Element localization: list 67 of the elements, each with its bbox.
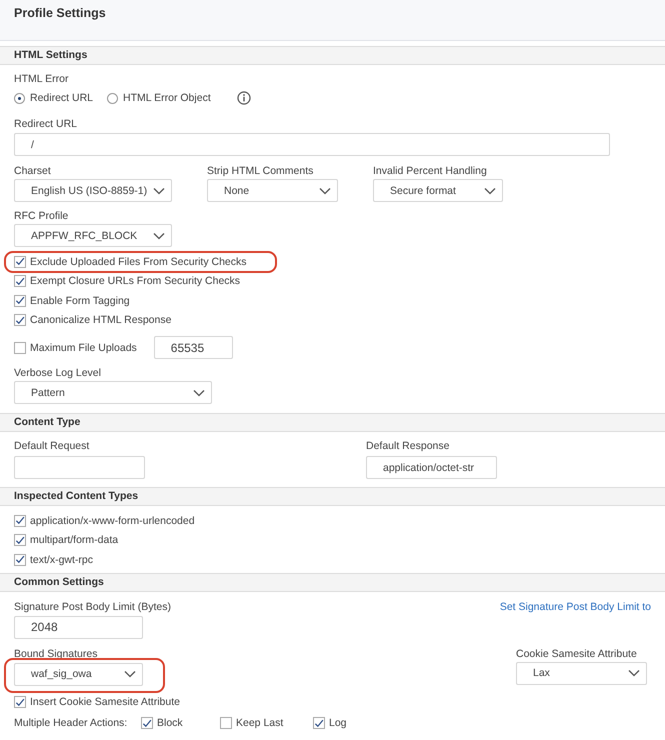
section-title: Common Settings: [14, 576, 104, 588]
checkbox-label: Exclude Uploaded Files From Security Checks: [30, 254, 247, 269]
chevron-icon: [484, 186, 496, 194]
dropdown[interactable]: Pattern: [14, 381, 212, 404]
chevron-icon: [153, 232, 165, 240]
checkbox-label: Exempt Closure URLs From Security Checks: [30, 274, 240, 288]
chevron-icon: [319, 186, 331, 194]
chevron-icon: [124, 670, 136, 678]
chevron-icon: [153, 186, 165, 194]
checkbox[interactable]: [14, 342, 26, 354]
checkbox[interactable]: [14, 275, 26, 288]
checkbox-label: Maximum File Uploads: [30, 340, 137, 354]
radio-label: HTML Error Object: [123, 91, 211, 105]
checkbox[interactable]: [220, 717, 232, 729]
field-label: Default Response: [366, 439, 450, 453]
field-label: Strip HTML Comments: [207, 164, 314, 178]
link[interactable]: Set Signature Post Body Limit to: [500, 600, 651, 614]
number-field[interactable]: 65535: [154, 336, 233, 359]
field-label: Invalid Percent Handling: [373, 164, 488, 178]
checkbox-label: multipart/form-data: [30, 533, 118, 548]
field-label: HTML Error: [14, 72, 70, 86]
field-label: Redirect URL: [14, 117, 78, 131]
dropdown[interactable]: Lax: [516, 662, 647, 684]
section-title: HTML Settings: [14, 49, 88, 61]
checkbox-label: Canonicalize HTML Response: [30, 313, 172, 328]
text-field[interactable]: [14, 456, 145, 479]
field-label: Verbose Log Level: [14, 366, 102, 380]
radio-label: Redirect URL: [30, 91, 94, 105]
text-field[interactable]: application/octet-str: [366, 456, 497, 479]
field-label: Multiple Header Actions:: [14, 716, 128, 730]
radio-button[interactable]: [14, 92, 25, 104]
dropdown[interactable]: APPFW_RFC_BLOCK: [14, 224, 172, 247]
page-title: Profile Settings: [14, 5, 106, 21]
checkbox[interactable]: [14, 534, 26, 546]
checkbox[interactable]: [14, 294, 26, 307]
checkbox[interactable]: [14, 514, 26, 527]
chevron-icon: [193, 388, 205, 396]
number-field[interactable]: 2048: [14, 616, 143, 638]
checkbox-label: Insert Cookie Samesite Attribute: [30, 695, 180, 710]
field-label: Bound Signatures: [14, 646, 98, 660]
info-icon[interactable]: [236, 91, 251, 105]
checkbox[interactable]: [14, 696, 26, 708]
dropdown[interactable]: Secure format: [373, 179, 503, 202]
checkbox-label: Keep Last: [236, 716, 284, 730]
checkbox[interactable]: [313, 717, 325, 729]
checkbox-label: Enable Form Tagging: [30, 294, 130, 308]
field-label: RFC Profile: [14, 209, 70, 223]
field-label: Charset: [14, 164, 52, 178]
checkbox[interactable]: [14, 256, 26, 268]
chevron-icon: [628, 669, 640, 677]
checkbox-label: application/x-www-form-urlencoded: [30, 514, 195, 528]
checkbox-label: Block: [157, 716, 183, 730]
field-label: Cookie Samesite Attribute: [516, 646, 638, 660]
section-title: Content Type: [14, 416, 80, 428]
section-title: Inspected Content Types: [14, 490, 138, 502]
radio-button[interactable]: [107, 92, 118, 104]
field-label: Default Request: [14, 439, 90, 453]
checkbox[interactable]: [14, 554, 26, 566]
checkbox[interactable]: [14, 314, 26, 326]
dropdown[interactable]: English US (ISO-8859-1): [14, 179, 172, 202]
checkbox-label: Log: [329, 716, 347, 730]
text-field[interactable]: /: [14, 133, 610, 156]
checkbox-label: text/x-gwt-rpc: [30, 552, 94, 567]
checkbox[interactable]: [141, 717, 153, 729]
dropdown[interactable]: waf_sig_owa: [14, 662, 143, 686]
field-label: Signature Post Body Limit (Bytes): [14, 600, 172, 614]
dropdown[interactable]: None: [207, 179, 338, 202]
